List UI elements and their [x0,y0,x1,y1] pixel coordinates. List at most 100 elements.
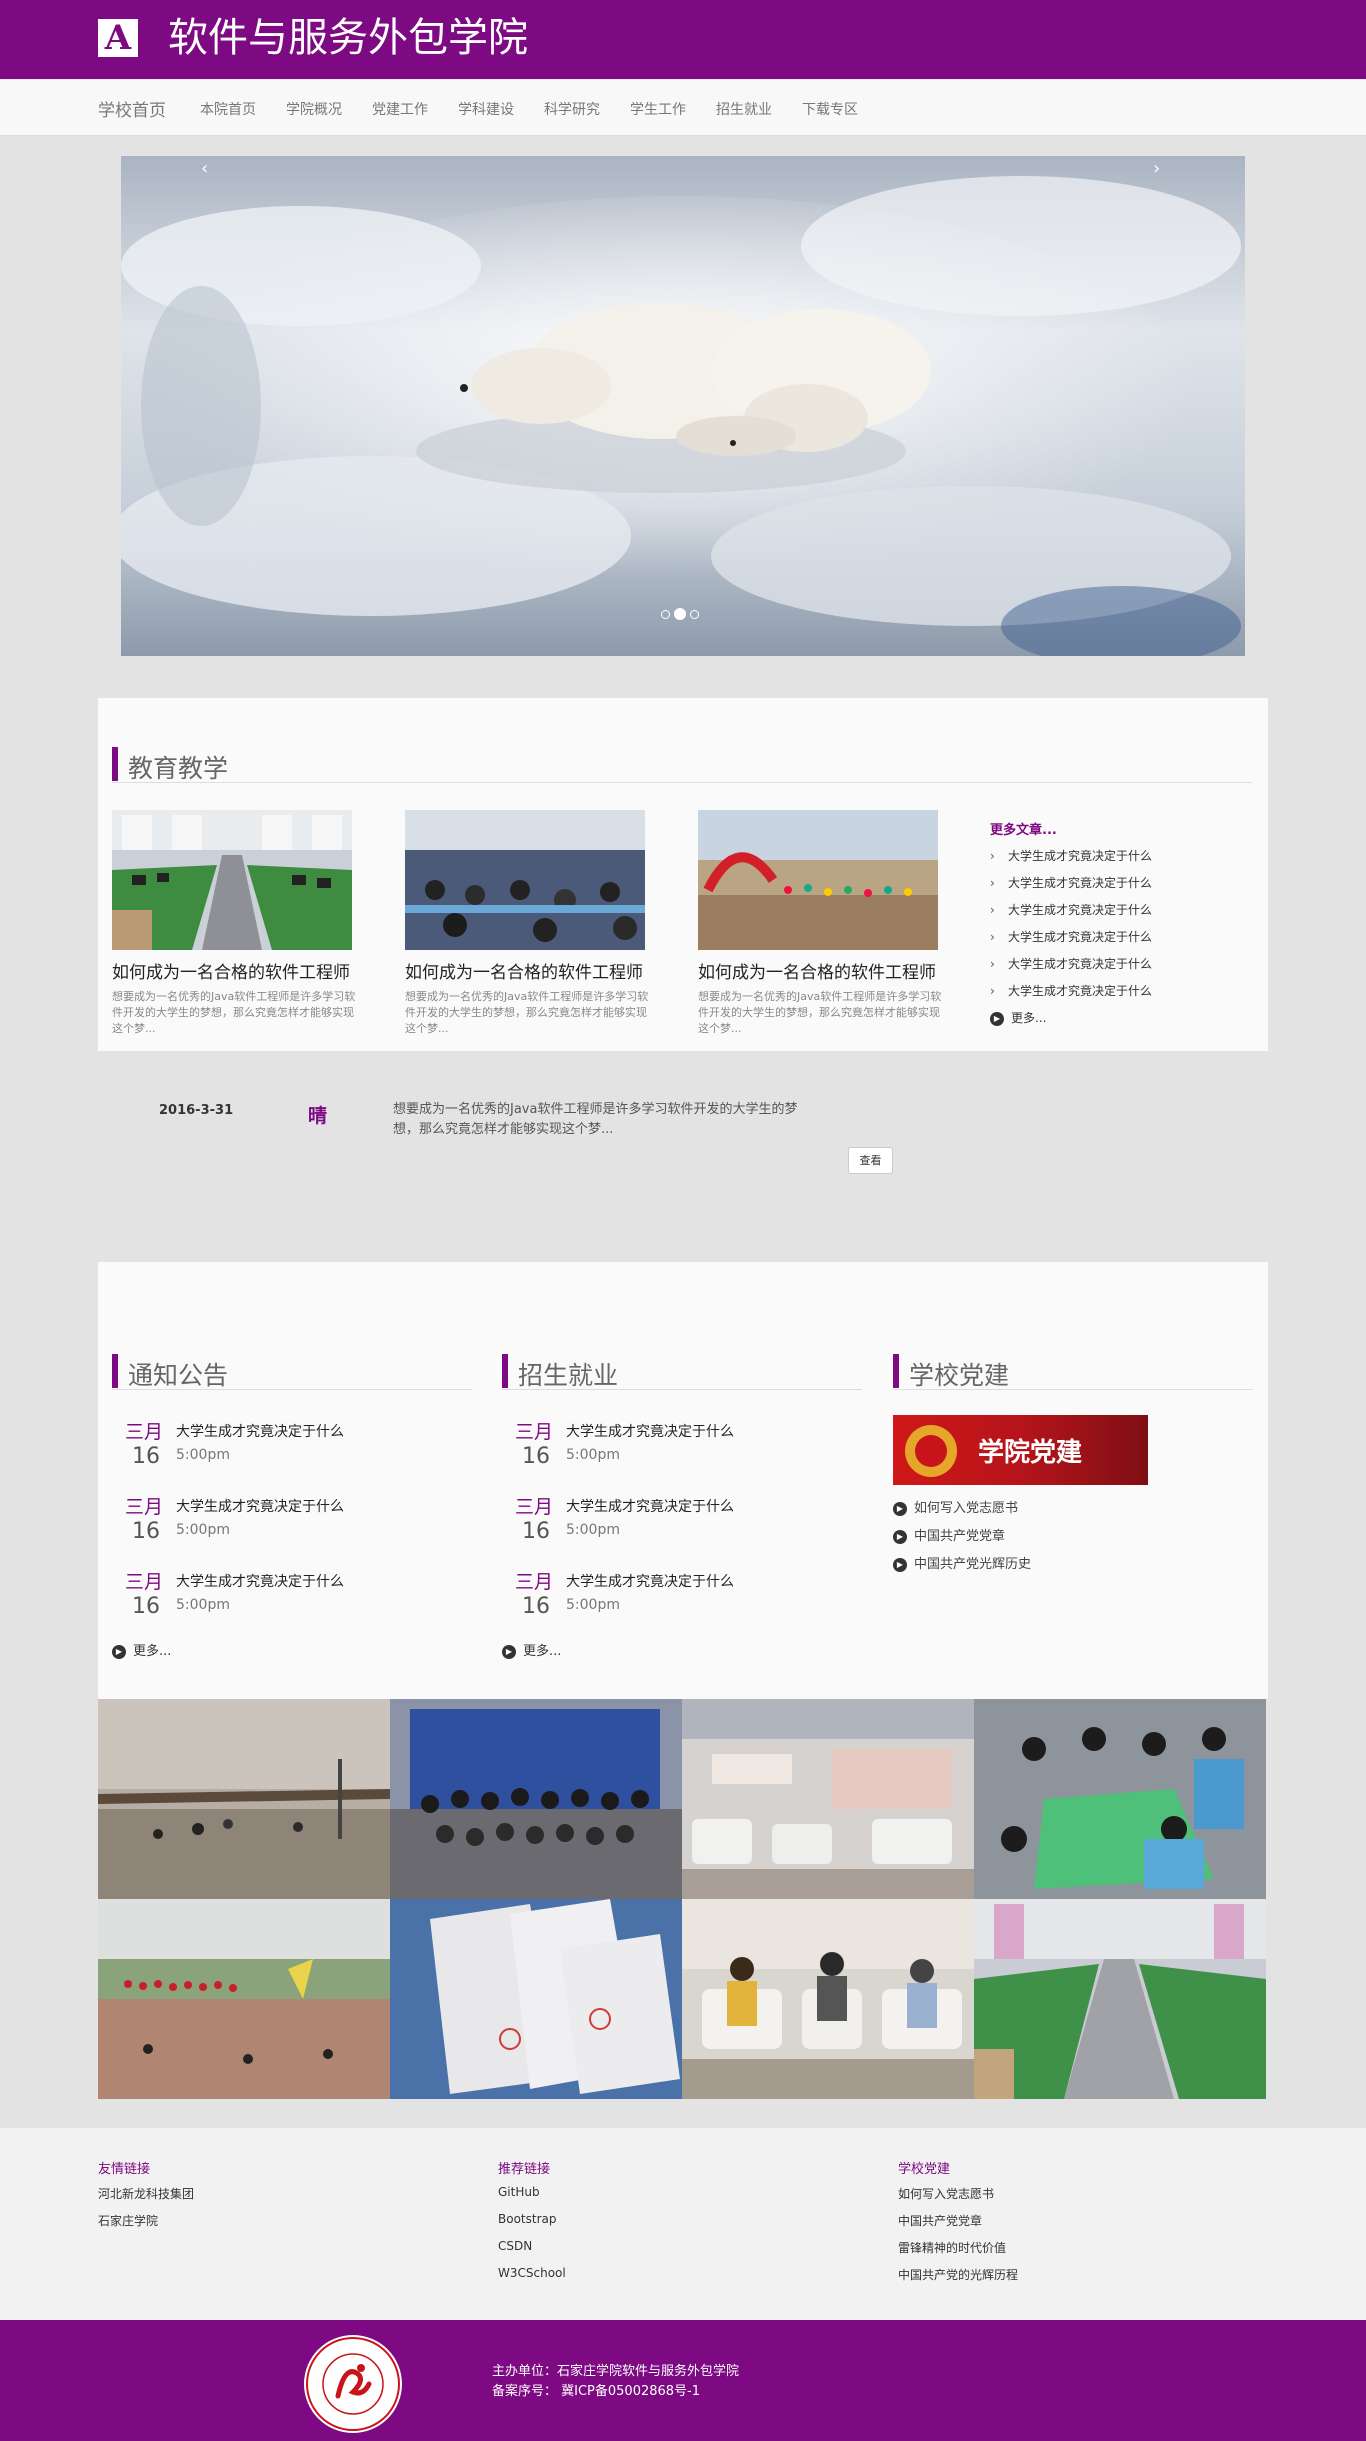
gallery-photo-playground[interactable] [98,1699,390,1899]
nav-item-student-work[interactable]: 学生工作 [630,99,686,119]
circle-arrow-icon: ▶ [112,1644,126,1659]
footer-link[interactable]: W3CSchool [498,2266,566,2280]
hero-carousel[interactable]: ‹ › [121,156,1245,656]
more-articles-heading[interactable]: 更多文章... [990,819,1057,838]
chevron-right-icon: › [990,849,995,863]
admission-item[interactable]: 三月 16 大学生成才究竟决定于什么 5:00pm [515,1567,855,1627]
party-list-item[interactable]: ▶ 如何写入党志愿书 [893,1497,1018,1516]
footer-icp-text[interactable]: 备案序号： 冀ICP备05002868号-1 [492,2380,700,2399]
notice-item[interactable]: 三月 16 大学生成才究竟决定于什么 5:00pm [125,1492,465,1552]
computer-lab-photo [112,810,352,950]
nav-item-admissions[interactable]: 招生就业 [716,99,772,119]
footer-link[interactable]: 石家庄学院 [98,2212,158,2229]
carousel-dot-3[interactable] [690,609,699,619]
footer-link[interactable]: Bootstrap [498,2212,556,2226]
admission-item[interactable]: 三月 16 大学生成才究竟决定于什么 5:00pm [515,1417,855,1477]
education-title-text: 教育教学 [128,754,229,783]
gallery-photo-sports-parade[interactable] [98,1899,390,2099]
article-card-desc: 想要成为一名优秀的Java软件工程师是许多学习软件开发的大学生的梦想，那么究竟怎… [698,990,942,1035]
footer-link[interactable]: CSDN [498,2239,532,2253]
article-card-title[interactable]: 如何成为一名合格的软件工程师 [698,958,958,983]
party-list-item[interactable]: ▶ 中国共产党光辉历史 [893,1553,1031,1572]
article-list-item[interactable]: › 大学生成才究竟决定于什么 [990,901,1152,918]
view-button[interactable]: 查看 [848,1147,893,1174]
nav-item-college-home[interactable]: 本院首页 [200,99,256,119]
article-card-1[interactable]: 如何成为一名合格的软件工程师 想要成为一名优秀的Java软件工程师是许多学习软件… [112,810,372,1037]
title-accent-bar [112,1354,118,1388]
circle-arrow-icon: ▶ [893,1529,907,1544]
circle-arrow-icon: ▶ [502,1644,516,1659]
carousel-next-arrow[interactable]: › [1153,158,1160,179]
admissions-more-link[interactable]: ▶ 更多... [502,1640,561,1659]
footer-link[interactable]: 如何写入党志愿书 [898,2185,994,2202]
notices-more-link[interactable]: ▶ 更多... [112,1640,171,1659]
date-label: 2016-3-31 [159,1103,234,1118]
article-card-3[interactable]: 如何成为一名合格的软件工程师 想要成为一名优秀的Java软件工程师是许多学习软件… [698,810,958,1037]
article-card-desc: 想要成为一名优秀的Java软件工程师是许多学习软件开发的大学生的梦想，那么究竟怎… [112,990,356,1035]
notice-item[interactable]: 三月 16 大学生成才究竟决定于什么 5:00pm [125,1567,465,1627]
more-articles-link[interactable]: ▶ 更多... [990,1009,1046,1026]
article-list-item[interactable]: › 大学生成才究竟决定于什么 [990,982,1152,999]
sports-day-photo [698,810,938,950]
article-card-2[interactable]: 如何成为一名合格的软件工程师 想要成为一名优秀的Java软件工程师是许多学习软件… [405,810,665,1037]
site-logo[interactable]: A [98,19,138,57]
main-nav: 学校首页 本院首页 学院概况 党建工作 学科建设 科学研究 学生工作 招生就业 … [0,79,1366,136]
nav-item-overview[interactable]: 学院概况 [286,99,342,119]
gallery-photo-computer-lab[interactable] [974,1899,1266,2099]
gallery-photo-students-activity[interactable] [974,1699,1266,1899]
title-accent-bar [893,1354,899,1388]
university-seal-logo [304,2335,402,2433]
gallery-photo-reception-room[interactable] [682,1699,974,1899]
footer-host-text: 主办单位：石家庄学院软件与服务外包学院 [492,2364,740,2379]
party-title-text: 学校党建 [909,1361,1010,1390]
admission-item[interactable]: 三月 16 大学生成才究竟决定于什么 5:00pm [515,1492,855,1552]
circle-arrow-icon: ▶ [990,1011,1004,1026]
admissions-title-text: 招生就业 [518,1361,619,1390]
title-accent-bar [112,747,118,781]
carousel-prev-arrow[interactable]: ‹ [201,158,208,179]
article-list-item[interactable]: › 大学生成才究竟决定于什么 [990,955,1152,972]
circle-arrow-icon: ▶ [893,1557,907,1572]
carousel-dot-2[interactable] [674,608,686,620]
party-banner-text: 学院党建 [978,1437,1082,1468]
article-list-item[interactable]: › 大学生成才究竟决定于什么 [990,874,1152,891]
notice-item[interactable]: 三月 16 大学生成才究竟决定于什么 5:00pm [125,1417,465,1477]
article-card-title[interactable]: 如何成为一名合格的软件工程师 [405,958,665,983]
article-card-title[interactable]: 如何成为一名合格的软件工程师 [112,958,372,983]
nav-item-downloads[interactable]: 下载专区 [802,99,858,119]
nav-item-party-work[interactable]: 党建工作 [372,99,428,119]
nav-item-research[interactable]: 科学研究 [544,99,600,119]
polar-bear-slide-image [121,156,1245,656]
chevron-right-icon: › [990,957,995,971]
gallery-photo-group[interactable] [390,1699,682,1899]
chevron-right-icon: › [990,903,995,917]
party-list-item[interactable]: ▶ 中国共产党党章 [893,1525,1005,1544]
exam-hall-photo [405,810,645,950]
footer-col-title-friends: 友情链接 [98,2162,151,2177]
logo-letter: A [104,18,132,58]
notices-section-title: 通知公告 [112,1352,472,1390]
footer-links-section [0,2128,1366,2320]
carousel-indicators [661,608,699,620]
footer-link[interactable]: 河北新龙科技集团 [98,2185,194,2202]
nav-brand-home[interactable]: 学校首页 [98,96,166,121]
footer-link[interactable]: 中国共产党的光辉历程 [898,2266,1018,2283]
nav-item-discipline[interactable]: 学科建设 [458,99,514,119]
footer-link[interactable]: 雷锋精神的时代价值 [898,2239,1006,2256]
site-header: A 软件与服务外包学院 [0,0,1366,79]
notices-title-text: 通知公告 [128,1361,229,1390]
gallery-photo-meeting[interactable] [682,1899,974,2099]
article-list-item[interactable]: › 大学生成才究竟决定于什么 [990,928,1152,945]
chevron-right-icon: › [990,984,995,998]
education-section-title: 教育教学 [112,745,1252,783]
party-section-title: 学校党建 [893,1352,1253,1390]
gallery-photo-certificates[interactable] [390,1899,682,2099]
chevron-right-icon: › [990,930,995,944]
footer-link[interactable]: 中国共产党党章 [898,2212,982,2229]
chevron-right-icon: › [990,876,995,890]
carousel-dot-1[interactable] [661,609,670,619]
footer-link[interactable]: GitHub [498,2185,540,2199]
article-card-desc: 想要成为一名优秀的Java软件工程师是许多学习软件开发的大学生的梦想，那么究竟怎… [405,990,649,1035]
party-banner[interactable]: 学院党建 [893,1415,1148,1485]
article-list-item[interactable]: › 大学生成才究竟决定于什么 [990,847,1152,864]
